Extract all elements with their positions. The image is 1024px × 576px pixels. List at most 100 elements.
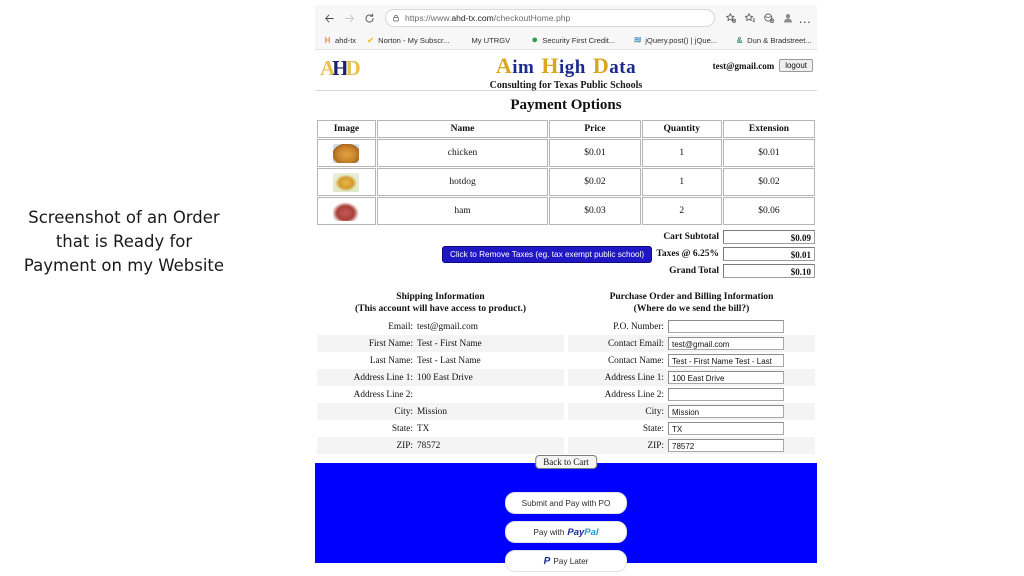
logout-button[interactable]: logout (779, 59, 813, 72)
field-value: test@gmail.com (417, 321, 478, 332)
brand-tagline: Consulting for Texas Public Schools (489, 80, 643, 91)
favorites-icon[interactable] (740, 9, 759, 28)
pay-with-paypal-button[interactable]: Pay with PayPal (505, 521, 627, 543)
bookmark-ahd-tx[interactable]: H ahd-tx (319, 36, 360, 45)
totals-area: Click to Remove Taxes (eg. tax exempt pu… (315, 229, 817, 281)
cell-price: $0.03 (549, 197, 641, 225)
totals-label: Grand Total (669, 266, 719, 276)
shipping-field-email: Email: test@gmail.com (317, 318, 564, 335)
chicken-thumbnail (333, 143, 360, 163)
totals-row-grand-total: Grand Total $0.10 (627, 263, 815, 279)
col-header-image: Image (317, 120, 376, 138)
totals-value: $0.09 (723, 230, 815, 244)
paypal-prefix-label: Pay with (533, 527, 565, 537)
cell-quantity: 1 (641, 168, 722, 196)
remove-taxes-button[interactable]: Click to Remove Taxes (eg. tax exempt pu… (442, 246, 653, 263)
totals-label: Cart Subtotal (663, 232, 719, 242)
field-value: 78572 (417, 440, 441, 451)
shipping-information-panel: Shipping Information (This account will … (315, 287, 566, 454)
submit-and-pay-with-po-button[interactable]: Submit and Pay with PO (505, 492, 627, 514)
browser-essentials-icon[interactable] (759, 9, 778, 28)
field-label: Email: (388, 321, 413, 332)
col-header-price: Price (549, 120, 641, 138)
browser-menu-icon[interactable]: … (797, 11, 813, 26)
bookmark-label: My UTRGV (471, 35, 511, 45)
field-label: Contact Name: (607, 355, 664, 366)
url-text: https://www.ahd-tx.com/checkoutHome.php (405, 13, 571, 23)
dun-bradstreet-favicon: & (736, 35, 743, 45)
po-number-input[interactable] (668, 320, 784, 333)
pay-later-button[interactable]: P Pay Later (505, 550, 627, 572)
back-to-cart-button[interactable]: Back to Cart (535, 455, 597, 469)
reload-icon[interactable] (359, 8, 379, 28)
address-bar[interactable]: https://www.ahd-tx.com/checkoutHome.php (385, 9, 715, 27)
billing-heading: Purchase Order and Billing Information (… (568, 287, 815, 318)
security-first-favicon: ● (531, 34, 539, 46)
back-arrow-icon[interactable] (319, 8, 339, 28)
field-label: State: (391, 423, 413, 434)
bookmark-label: jQuery.post() | jQue... (645, 35, 718, 45)
account-email: test@gmail.com (712, 60, 775, 71)
shipping-field-state: State: TX (317, 420, 564, 437)
billing-subtitle: (Where do we send the bill?) (633, 304, 750, 314)
cell-image (317, 168, 376, 196)
field-value: Test - Last Name (417, 355, 481, 366)
cell-price: $0.01 (549, 139, 641, 167)
cell-extension: $0.06 (722, 197, 815, 225)
forward-arrow-icon[interactable] (339, 8, 359, 28)
billing-field-address-2: Address Line 2: (568, 386, 815, 403)
bookmark-label: ahd-tx (335, 35, 357, 45)
billing-field-contact-email: Contact Email: test@gmail.com (568, 335, 815, 352)
cell-price: $0.02 (549, 168, 641, 196)
collections-icon[interactable] (721, 9, 740, 28)
billing-state-input[interactable]: TX (668, 422, 784, 435)
ahd-tx-favicon: H (324, 35, 331, 45)
page-content: AHD Aim High Data Consulting for Texas Pub… (315, 50, 817, 572)
cell-extension: $0.01 (722, 139, 815, 167)
field-label: P.O. Number: (613, 321, 664, 332)
shipping-heading: Shipping Information (This account will … (317, 287, 564, 318)
shipping-field-address-2: Address Line 2: (317, 386, 564, 403)
bookmark-security-first[interactable]: ● Security First Credit... (526, 34, 619, 46)
page-title: Payment Options (510, 97, 622, 113)
screenshot-root: Screenshot of an Order that is Ready for… (0, 0, 1024, 576)
cell-name: hotdog (376, 168, 549, 196)
norton-favicon: ✔ (367, 35, 374, 45)
shipping-field-first-name: First Name: Test - First Name (317, 335, 564, 352)
shipping-field-city: City: Mission (317, 403, 564, 420)
bookmark-my-utrgv[interactable]: My UTRGV (467, 36, 514, 45)
col-header-extension: Extension (722, 120, 815, 138)
contact-email-input[interactable]: test@gmail.com (668, 337, 784, 350)
bookmarks-bar: H ahd-tx ✔ Norton - My Subscr... My UTRG… (315, 31, 817, 50)
browser-toolbar: https://www.ahd-tx.com/checkoutHome.php … (315, 5, 817, 31)
bookmark-jquery-post[interactable]: ≋ jQuery.post() | jQue... (629, 35, 721, 46)
profile-avatar-icon[interactable] (778, 9, 797, 28)
field-label: Address Line 1: (604, 372, 664, 383)
billing-field-po-number: P.O. Number: (568, 318, 815, 335)
contact-name-input[interactable]: Test - First Name Test - Last (668, 354, 784, 367)
bookmark-dun-bradstreet[interactable]: & Dun & Bradstreet... (731, 36, 816, 45)
paypal-p-icon: P (543, 555, 551, 567)
bookmark-label: Dun & Bradstreet... (747, 35, 812, 45)
payment-options-table: Image Name Price Quantity Extension chic… (316, 119, 816, 226)
billing-address-1-input[interactable]: 100 East Drive (668, 371, 784, 384)
shipping-title: Shipping Information (396, 292, 485, 302)
account-area: test@gmail.com logout (713, 59, 813, 72)
billing-city-input[interactable]: Mission (668, 405, 784, 418)
field-label: Last Name: (369, 355, 413, 366)
field-label: ZIP: (647, 440, 664, 451)
col-header-quantity: Quantity (641, 120, 722, 138)
shipping-subtitle: (This account will have access to produc… (354, 304, 527, 314)
billing-address-2-input[interactable] (668, 388, 784, 401)
totals-row-taxes: Taxes @ 6.25% $0.01 (627, 246, 815, 262)
cell-name: ham (376, 197, 549, 225)
field-label: City: (645, 406, 664, 417)
bookmark-norton[interactable]: ✔ Norton - My Subscr... (362, 36, 453, 45)
col-header-name: Name (376, 120, 549, 138)
billing-field-zip: ZIP: 78572 (568, 437, 815, 454)
billing-zip-input[interactable]: 78572 (668, 439, 784, 452)
field-label: ZIP: (396, 440, 413, 451)
shipping-field-address-1: Address Line 1: 100 East Drive (317, 369, 564, 386)
billing-field-state: State: TX (568, 420, 815, 437)
field-label: Address Line 2: (604, 389, 664, 400)
